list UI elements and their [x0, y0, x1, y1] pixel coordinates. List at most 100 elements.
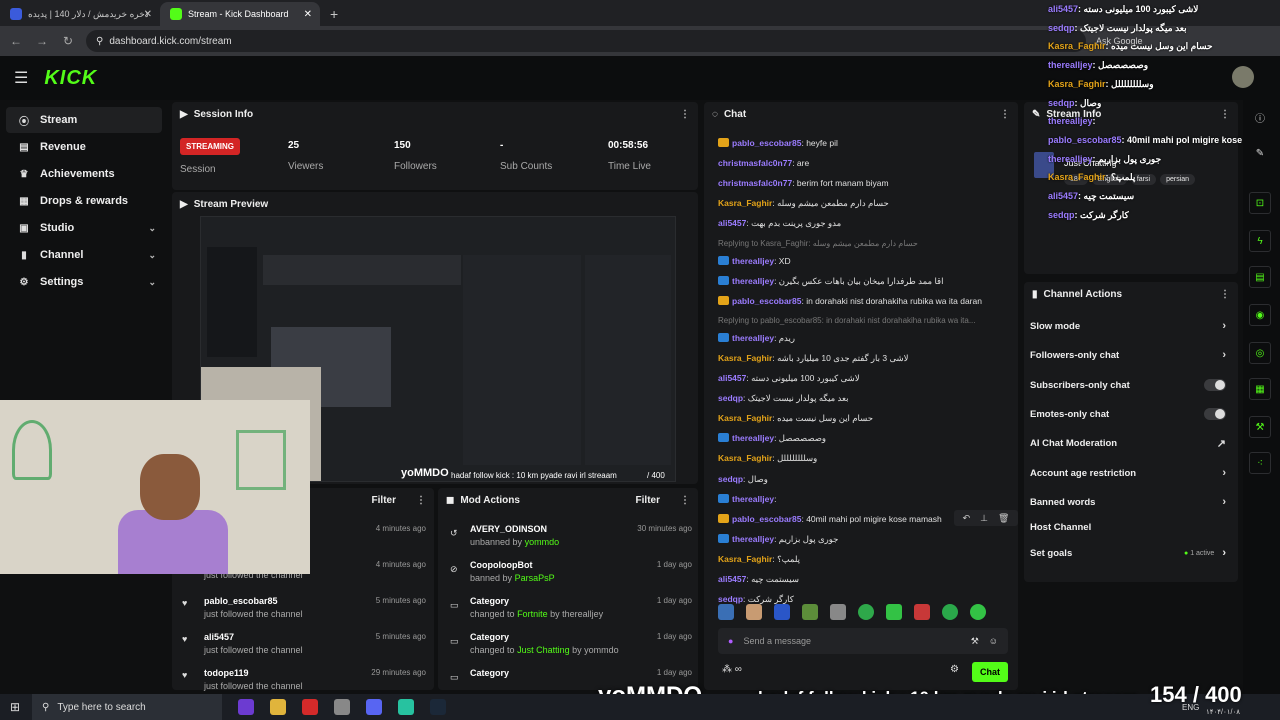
chat-username[interactable]: sedqp [718, 393, 743, 403]
chat-username[interactable]: therealljey [732, 256, 774, 266]
chat-message[interactable]: therealljey: اقا ممد طرفدارا میخان بیان … [718, 275, 943, 287]
avatar[interactable] [1232, 66, 1254, 88]
action-ai-moderation[interactable]: AI Chat Moderation ↗ [1030, 437, 1226, 450]
connections-icon[interactable]: ⁖ [1249, 452, 1271, 474]
chat-username[interactable]: therealljey [732, 276, 774, 286]
chat-username[interactable]: therealljey [732, 333, 774, 343]
chat-settings-icon[interactable]: ⚙ [950, 664, 959, 675]
chat-username[interactable]: Kasra_Faghir [718, 413, 772, 423]
more-options-icon[interactable]: ⋮ [1220, 289, 1230, 300]
browser-tab[interactable]: بلاخره خریدمش / دلار 140 | پدیده ✕ [0, 2, 160, 26]
emote-icon[interactable] [802, 604, 818, 620]
delete-icon[interactable]: 🗑 [998, 513, 1009, 524]
sidebar-item-drops[interactable]: ▦ Drops & rewards [6, 188, 162, 214]
chat-username[interactable]: ali5457 [718, 373, 746, 383]
forward-icon[interactable]: → [34, 34, 50, 48]
steam-icon[interactable] [430, 699, 446, 715]
taskbar-search[interactable]: ⚲ Type here to search [32, 694, 222, 720]
more-options-icon[interactable]: ⋮ [680, 495, 690, 506]
close-tab-icon[interactable]: ✕ [144, 9, 152, 20]
action-set-goals[interactable]: Set goals ● 1 active › [1030, 547, 1226, 559]
broadcast-icon[interactable]: ◎ [1249, 342, 1271, 364]
pin-icon[interactable]: ⊥ [980, 513, 988, 524]
subscribers-only-toggle[interactable] [1204, 379, 1226, 391]
discord-icon[interactable] [366, 699, 382, 715]
send-chat-button[interactable]: Chat [972, 662, 1008, 682]
emote-icon[interactable] [942, 604, 958, 620]
chat-username[interactable]: ali5457 [718, 218, 746, 228]
emote-icon[interactable] [886, 604, 902, 620]
chat-username[interactable]: pablo_escobar85 [732, 514, 801, 524]
emote-icon[interactable] [970, 604, 986, 620]
action-followers-only[interactable]: Followers-only chat › [1030, 349, 1226, 361]
quick-emote-icon[interactable]: ⚒ [971, 636, 979, 647]
emoji-icon[interactable]: ☺ [989, 636, 998, 646]
menu-icon[interactable]: ☰ [14, 68, 28, 88]
chat-message[interactable]: pablo_escobar85: 40mil mahi pol migire k… [718, 513, 942, 524]
chat-message[interactable]: ali5457: مدو جوری پرینت بدم بهت [718, 218, 841, 229]
action-banned-words[interactable]: Banned words › [1030, 496, 1226, 508]
filter-button[interactable]: Filter [636, 495, 660, 506]
chat-username[interactable]: therealljey [732, 534, 774, 544]
chat-username[interactable]: christmasfalc0n77 [718, 178, 792, 188]
chat-message[interactable]: pablo_escobar85: heyfe pil [718, 138, 838, 148]
back-icon[interactable]: ← [8, 34, 24, 48]
chat-username[interactable]: sedqp [718, 594, 743, 604]
reload-icon[interactable]: ↻ [60, 34, 76, 48]
chat-message[interactable]: sedqp: بعد میگه پولدار نیست لاجیتک [718, 393, 848, 404]
chat-username[interactable]: Kasra_Faghir [718, 453, 772, 463]
sidebar-item-stream[interactable]: ⦿ Stream [6, 107, 162, 133]
chat-username[interactable]: pablo_escobar85 [732, 138, 801, 148]
windows-start-icon[interactable]: ⊞ [10, 700, 20, 714]
chat-message[interactable]: Kasra_Faghir: لاشی 3 بار گفتم جدی 10 میل… [718, 353, 909, 364]
sidebar-item-settings[interactable]: ⚙ Settings ⌄ [6, 269, 162, 295]
action-host-channel[interactable]: Host Channel [1030, 522, 1226, 533]
chat-message[interactable]: therealljey: جوری پول بزاریم [718, 533, 838, 545]
chat-username[interactable]: pablo_escobar85 [732, 296, 801, 306]
taskbar-date[interactable]: ۱۴۰۴/۰۱/۰۸ [1206, 708, 1240, 716]
taskbar-app-icon[interactable] [334, 699, 350, 715]
url-field[interactable]: ⚲ dashboard.kick.com/stream [86, 30, 1086, 52]
action-emotes-only[interactable]: Emotes-only chat [1030, 408, 1226, 420]
close-tab-icon[interactable]: ✕ [304, 9, 312, 20]
chat-message[interactable]: therealljey: [718, 493, 776, 504]
chat-message[interactable]: ali5457: سیستمت چیه [718, 574, 799, 585]
clipboard-icon[interactable]: ▤ [1249, 266, 1271, 288]
more-options-icon[interactable]: ⋮ [1000, 109, 1010, 120]
info-icon[interactable]: ⓘ [1249, 106, 1271, 128]
action-account-age[interactable]: Account age restriction › [1030, 467, 1226, 479]
chat-message[interactable]: therealljey: وصصصصصل [718, 433, 826, 444]
chat-message[interactable]: therealljey: ریدم [718, 332, 795, 344]
file-explorer-icon[interactable] [270, 699, 286, 715]
action-subscribers-only[interactable]: Subscribers-only chat [1030, 379, 1226, 391]
emote-icon[interactable] [858, 604, 874, 620]
kick-logo[interactable]: KICK [44, 67, 97, 90]
emote-icon[interactable] [774, 604, 790, 620]
chat-message[interactable]: ali5457: لاشی کیبورد 100 میلیونی دسته [718, 373, 860, 384]
taskbar-app-icon[interactable] [238, 699, 254, 715]
more-options-icon[interactable]: ⋮ [1220, 109, 1230, 120]
layout-icon[interactable]: ▦ [1249, 378, 1271, 400]
emote-icon[interactable] [746, 604, 762, 620]
chat-username[interactable]: christmasfalc0n77 [718, 158, 792, 168]
lightning-icon[interactable]: ϟ [1249, 230, 1271, 252]
sidebar-item-channel[interactable]: ▮ Channel ⌄ [6, 242, 162, 268]
emote-icon[interactable] [718, 604, 734, 620]
chat-username[interactable]: therealljey [732, 494, 774, 504]
microphone-icon[interactable]: ● [728, 636, 733, 646]
emote-icon[interactable] [830, 604, 846, 620]
chat-message[interactable]: Kasra_Faghir: حسام دارم مطمعن میشم وسله [718, 198, 889, 209]
chat-message[interactable]: sedqp: وصال [718, 474, 768, 485]
filter-button[interactable]: Filter [372, 495, 396, 506]
new-tab-button[interactable]: + [320, 2, 348, 26]
chat-message[interactable]: Kasra_Faghir: وسللللللللل [718, 453, 817, 464]
chat-username[interactable]: Kasra_Faghir [718, 353, 772, 363]
sidebar-item-studio[interactable]: ▣ Studio ⌄ [6, 215, 162, 241]
chat-message[interactable]: Kasra_Faghir: حسام این وسل نیست میده [718, 413, 873, 424]
action-slow-mode[interactable]: Slow mode › [1030, 320, 1226, 332]
focus-icon[interactable]: ⊡ [1249, 192, 1271, 214]
chat-input[interactable]: ● Send a message ⚒ ☺ [718, 628, 1008, 654]
chat-message[interactable]: pablo_escobar85: in dorahaki nist doraha… [718, 295, 982, 306]
more-options-icon[interactable]: ⋮ [680, 109, 690, 120]
taskbar-app-icon[interactable] [398, 699, 414, 715]
